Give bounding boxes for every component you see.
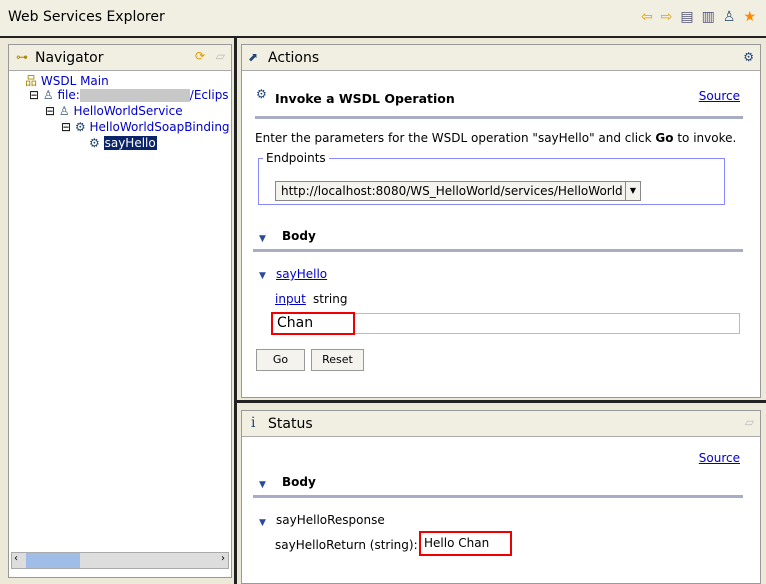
operation-link[interactable]: sayHello (276, 267, 327, 281)
actions-title: Actions (268, 50, 320, 66)
return-label: sayHelloReturn (string): (275, 538, 418, 552)
wsdl-operation-icon[interactable]: ⚙ (743, 50, 754, 64)
status-source-link[interactable]: Source (699, 451, 740, 465)
param-link[interactable]: input (275, 292, 306, 306)
response-label: sayHelloResponse (276, 513, 385, 527)
body-collapse-icon[interactable]: ▼ (259, 234, 266, 244)
status-panel: i Status ▱ Source ▼ Body ▼ sayHelloRespo… (241, 410, 761, 584)
service-icon: ♙ (58, 104, 70, 118)
chevron-down-icon: ▼ (625, 182, 640, 200)
actions-icon: ⬈ (248, 50, 259, 64)
clear-status-icon[interactable]: ▱ (745, 415, 754, 429)
navigator-panel: ⊶ Navigator ⟳ ▱ 品 WSDL Main ⊟ ♙ file:/Ec… (8, 44, 232, 578)
hierarchy-icon: 品 (25, 74, 38, 88)
forward-icon[interactable]: ⇨ (661, 9, 673, 25)
invoke-icon: ⚙ (256, 87, 267, 101)
response-collapse-icon[interactable]: ▼ (259, 518, 266, 528)
favorites-icon[interactable]: ★ (743, 9, 756, 25)
endpoint-select[interactable]: http://localhost:8080/WS_HelloWorld/serv… (275, 181, 641, 201)
reset-button[interactable]: Reset (311, 349, 364, 371)
binding-icon: ⚙ (74, 120, 86, 134)
actions-panel: ⬈ Actions ⚙ ⚙ Invoke a WSDL Operation So… (241, 44, 761, 398)
window-title: Web Services Explorer (8, 9, 165, 25)
actions-source-link[interactable]: Source (699, 89, 740, 103)
param-value: Chan (271, 312, 355, 335)
title-bar: Web Services Explorer ⇦ ⇨ ▤ ▥ ♙ ★ (0, 0, 766, 38)
actions-heading: Invoke a WSDL Operation (275, 91, 455, 106)
go-button[interactable]: Go (256, 349, 305, 371)
status-body-label: Body (282, 475, 316, 489)
instructions: Enter the parameters for the WSDL operat… (255, 131, 737, 145)
status-body-collapse-icon[interactable]: ▼ (259, 480, 266, 490)
refresh-icon[interactable]: ⟳ (195, 49, 205, 63)
info-icon: i (251, 415, 256, 431)
body-label: Body (282, 229, 316, 243)
param-type: string (313, 292, 348, 306)
horizontal-divider[interactable] (237, 400, 766, 403)
tree-item-file[interactable]: ⊟ ♙ file:/Eclips (29, 88, 229, 102)
operation-collapse-icon[interactable]: ▼ (259, 271, 266, 281)
navigator-icon: ⊶ (16, 50, 28, 64)
navigator-title: Navigator (35, 50, 104, 66)
scrollbar-thumb[interactable] (26, 553, 80, 568)
tree-item-binding[interactable]: ⊟ ⚙ HelloWorldSoapBinding (61, 120, 230, 134)
status-title: Status (268, 416, 313, 432)
horizontal-scrollbar[interactable]: ‹ › (11, 552, 229, 569)
wsil-page-icon[interactable]: ♙ (723, 9, 736, 25)
clear-icon[interactable]: ▱ (216, 49, 225, 63)
wsdl-file-icon: ♙ (42, 88, 54, 102)
wsdl-page-icon[interactable]: ▤ (680, 9, 693, 25)
vertical-divider[interactable] (234, 38, 237, 584)
tree-item-wsdl-main[interactable]: 品 WSDL Main (25, 72, 109, 89)
operation-icon: ⚙ (89, 136, 100, 150)
tree-item-service[interactable]: ⊟ ♙ HelloWorldService (45, 104, 183, 118)
tree-item-operation[interactable]: ⚙ sayHello (89, 136, 157, 150)
return-value: Hello Chan (419, 531, 512, 556)
uddi-page-icon[interactable]: ▥ (702, 9, 715, 25)
back-icon[interactable]: ⇦ (641, 9, 653, 25)
